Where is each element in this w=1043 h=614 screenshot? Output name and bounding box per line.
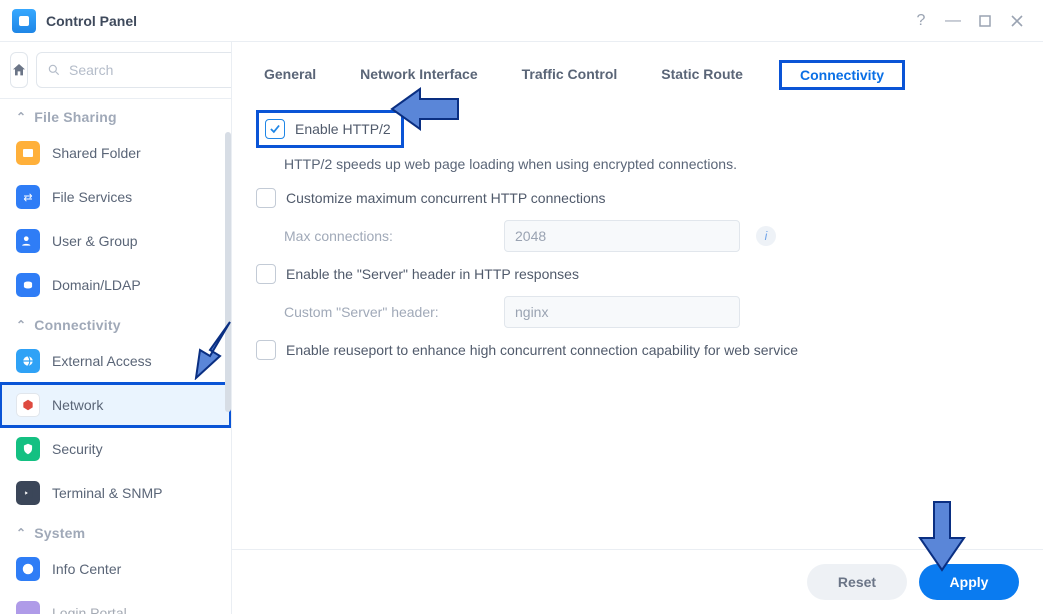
server-header-label: Enable the "Server" header in HTTP respo… [286, 266, 579, 282]
info-tooltip-icon[interactable]: i [756, 226, 776, 246]
max-conn-input[interactable]: 2048 [504, 220, 740, 252]
chevron-up-icon: ⌃ [16, 526, 26, 540]
tab-connectivity[interactable]: Connectivity [779, 60, 905, 90]
tab-traffic-control[interactable]: Traffic Control [514, 60, 626, 90]
chevron-up-icon: ⌃ [16, 110, 26, 124]
footer-bar: Reset Apply [232, 549, 1043, 614]
enable-http2-row[interactable]: Enable HTTP/2 [256, 110, 404, 148]
customize-max-conn-row[interactable]: Customize maximum concurrent HTTP connec… [256, 182, 1019, 214]
window-titlebar: Control Panel ? — [0, 0, 1043, 42]
sidebar-item-file-services[interactable]: ⇄ File Services [0, 175, 231, 219]
section-label: File Sharing [34, 109, 117, 125]
sidebar-item-label: Domain/LDAP [52, 277, 141, 293]
search-box[interactable] [36, 52, 232, 88]
enable-http2-label: Enable HTTP/2 [295, 121, 391, 137]
customize-max-conn-label: Customize maximum concurrent HTTP connec… [286, 190, 606, 206]
sidebar-item-label: Network [52, 397, 103, 413]
app-icon [12, 9, 36, 33]
customize-max-conn-checkbox[interactable] [256, 188, 276, 208]
reset-button[interactable]: Reset [807, 564, 907, 600]
maximize-icon[interactable] [971, 7, 999, 35]
sidebar-item-label: Shared Folder [52, 145, 141, 161]
help-icon[interactable]: ? [907, 7, 935, 35]
server-header-row[interactable]: Enable the "Server" header in HTTP respo… [256, 258, 1019, 290]
users-icon [16, 229, 40, 253]
sidebar-item-label: Login Portal [52, 605, 127, 614]
main-panel: General Network Interface Traffic Contro… [232, 42, 1043, 614]
section-connectivity[interactable]: ⌃ Connectivity [0, 307, 231, 339]
info-icon: i [16, 557, 40, 581]
sidebar-item-label: User & Group [52, 233, 138, 249]
sidebar-item-terminal-snmp[interactable]: Terminal & SNMP [0, 471, 231, 515]
shield-icon [16, 437, 40, 461]
home-button[interactable] [10, 52, 28, 88]
custom-server-header-subrow: Custom "Server" header: nginx [256, 290, 1019, 334]
sidebar-item-info-center[interactable]: i Info Center [0, 547, 231, 591]
sidebar-item-domain-ldap[interactable]: Domain/LDAP [0, 263, 231, 307]
section-file-sharing[interactable]: ⌃ File Sharing [0, 99, 231, 131]
tab-bar: General Network Interface Traffic Contro… [232, 42, 1043, 90]
tab-content: Enable HTTP/2 HTTP/2 speeds up web page … [232, 90, 1043, 549]
sidebar-item-external-access[interactable]: External Access [0, 339, 231, 383]
reuseport-label: Enable reuseport to enhance high concurr… [286, 342, 798, 358]
http2-hint: HTTP/2 speeds up web page loading when u… [256, 154, 1019, 182]
tab-general[interactable]: General [256, 60, 324, 90]
search-icon [47, 63, 61, 77]
ldap-icon [16, 273, 40, 297]
enable-http2-checkbox[interactable] [265, 119, 285, 139]
sidebar-item-label: Security [52, 441, 103, 457]
max-conn-label: Max connections: [284, 228, 494, 244]
sidebar-item-label: File Services [52, 189, 132, 205]
search-input[interactable] [67, 61, 232, 79]
server-header-checkbox[interactable] [256, 264, 276, 284]
network-icon [16, 393, 40, 417]
custom-server-header-label: Custom "Server" header: [284, 304, 494, 320]
scrollbar-thumb[interactable] [225, 132, 231, 412]
folder-icon [16, 141, 40, 165]
file-icon: ⇄ [16, 185, 40, 209]
section-system[interactable]: ⌃ System [0, 515, 231, 547]
tab-network-interface[interactable]: Network Interface [352, 60, 485, 90]
window-title: Control Panel [46, 13, 137, 29]
terminal-icon [16, 481, 40, 505]
minimize-icon[interactable]: — [939, 7, 967, 35]
sidebar-item-label: External Access [52, 353, 152, 369]
sidebar-item-security[interactable]: Security [0, 427, 231, 471]
sidebar: ⌃ File Sharing Shared Folder ⇄ File Serv… [0, 42, 232, 614]
sidebar-item-shared-folder[interactable]: Shared Folder [0, 131, 231, 175]
section-label: System [34, 525, 85, 541]
apply-button[interactable]: Apply [919, 564, 1019, 600]
reuseport-row[interactable]: Enable reuseport to enhance high concurr… [256, 334, 1019, 366]
chevron-up-icon: ⌃ [16, 318, 26, 332]
max-conn-subrow: Max connections: 2048 i [256, 214, 1019, 258]
close-icon[interactable] [1003, 7, 1031, 35]
sidebar-item-label: Info Center [52, 561, 121, 577]
sidebar-item-network[interactable]: Network [0, 383, 231, 427]
tab-static-route[interactable]: Static Route [653, 60, 751, 90]
sidebar-item-label: Terminal & SNMP [52, 485, 162, 501]
sidebar-item-user-group[interactable]: User & Group [0, 219, 231, 263]
login-icon [16, 601, 40, 614]
sidebar-item-login-portal[interactable]: Login Portal [0, 591, 231, 614]
custom-server-header-input[interactable]: nginx [504, 296, 740, 328]
section-label: Connectivity [34, 317, 120, 333]
reuseport-checkbox[interactable] [256, 340, 276, 360]
globe-link-icon [16, 349, 40, 373]
